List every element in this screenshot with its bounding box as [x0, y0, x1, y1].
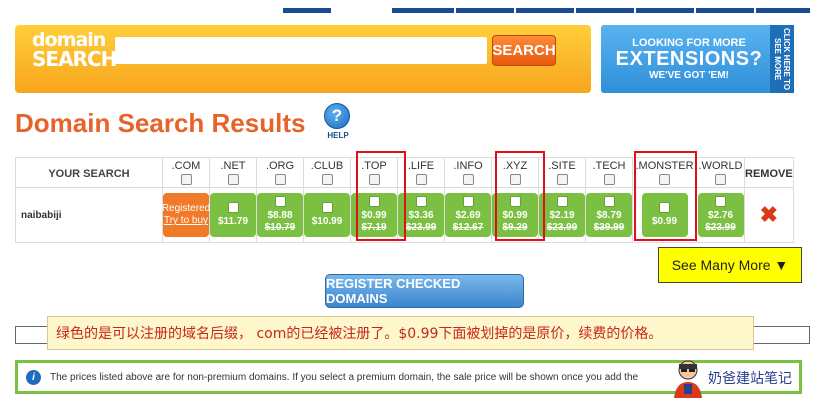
- price-cell: $10.99: [303, 187, 351, 243]
- question-icon: ?: [324, 103, 350, 129]
- xyz-highlight-box: [495, 151, 545, 241]
- price-cell: $2.19 $23.99: [538, 187, 586, 243]
- x-icon[interactable]: ✖: [760, 202, 778, 227]
- price-cell: $11.79: [209, 187, 257, 243]
- watermark: 奶爸建站笔记: [670, 355, 820, 401]
- ext-header: .TECH: [585, 157, 633, 188]
- ext-header: .WORLD: [696, 157, 745, 188]
- remove-cell: ✖: [744, 187, 794, 243]
- price-cell: $2.69 $12.67: [444, 187, 492, 243]
- ext-checkbox[interactable]: [462, 174, 474, 185]
- ext-checkbox[interactable]: [321, 174, 333, 185]
- info-icon: i: [26, 369, 41, 385]
- domain-search-logo: domain SEARCH: [32, 29, 117, 71]
- page: domain SEARCH SEARCH LOOKING FOR MORE EX…: [0, 0, 821, 406]
- ext-checkbox[interactable]: [556, 174, 568, 185]
- domain-search-banner: domain SEARCH SEARCH: [15, 25, 591, 93]
- searched-domain: naibabiji: [15, 187, 163, 243]
- ext-checkbox[interactable]: [415, 174, 427, 185]
- domain-checkbox[interactable]: [603, 196, 615, 207]
- page-title: Domain Search Results: [15, 108, 306, 138]
- ext-header: .SITE: [538, 157, 586, 188]
- monster-highlight-box: [634, 151, 697, 241]
- ext-header: .COM: [162, 157, 210, 188]
- ext-header: .CLUB: [303, 157, 351, 188]
- price-cell: $8.88 $10.79: [256, 187, 304, 243]
- price-cell: $2.76 $23.99: [696, 187, 745, 243]
- domain-checkbox[interactable]: [556, 196, 568, 207]
- domain-checkbox[interactable]: [415, 196, 427, 207]
- see-many-more-button[interactable]: See Many More ▼: [658, 247, 802, 283]
- com-cell: Registered Try to buy: [162, 187, 210, 243]
- ext-header: .INFO: [444, 157, 492, 188]
- annotation-note: 绿色的是可以注册的域名后缀， com的已经被注册了。$0.99下面被划掉的是原价…: [47, 316, 754, 350]
- top-nav-strip: [0, 0, 821, 14]
- domain-checkbox[interactable]: [462, 196, 474, 207]
- ext-checkbox[interactable]: [180, 174, 192, 185]
- help-button[interactable]: ? HELP: [324, 103, 352, 140]
- search-button[interactable]: SEARCH: [492, 35, 556, 66]
- domain-checkbox[interactable]: [227, 202, 239, 213]
- ext-checkbox[interactable]: [603, 174, 615, 185]
- price-cell: $8.79 $39.99: [585, 187, 633, 243]
- your-search-header: YOUR SEARCH: [15, 157, 163, 188]
- ext-checkbox[interactable]: [227, 174, 239, 185]
- ext-header: .ORG: [256, 157, 304, 188]
- ext-checkbox[interactable]: [274, 174, 286, 185]
- domain-checkbox[interactable]: [715, 196, 726, 207]
- watermark-avatar-icon: [670, 358, 706, 398]
- more-extensions-ad[interactable]: LOOKING FOR MORE EXTENSIONS? WE'VE GOT '…: [601, 25, 794, 93]
- domain-search-input[interactable]: [115, 37, 487, 64]
- try-to-buy-link[interactable]: Try to buy: [164, 215, 208, 227]
- click-here-to-see-more[interactable]: CLICK HERE TO SEE MORE: [770, 25, 794, 93]
- remove-header: REMOVE: [744, 157, 794, 188]
- top-highlight-box: [356, 151, 406, 241]
- ext-header: .NET: [209, 157, 257, 188]
- ext-checkbox[interactable]: [715, 174, 726, 185]
- registered-status: Registered Try to buy: [162, 193, 210, 237]
- domain-checkbox[interactable]: [321, 202, 333, 213]
- domain-checkbox[interactable]: [274, 196, 286, 207]
- register-checked-domains-button[interactable]: REGISTER CHECKED DOMAINS: [325, 274, 524, 308]
